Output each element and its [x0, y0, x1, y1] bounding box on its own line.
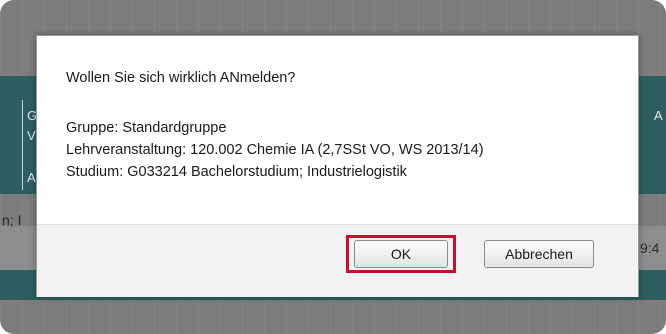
background-cell: A — [27, 170, 36, 185]
cancel-button[interactable]: Abbrechen — [484, 240, 594, 268]
dialog-study: Studium: G033214 Bachelorstudium; Indust… — [66, 164, 407, 180]
background-cell: V — [27, 128, 36, 143]
background-text: n; I — [2, 212, 22, 228]
dialog-group: Gruppe: Standardgruppe — [66, 120, 227, 136]
dialog-course: Lehrveranstaltung: 120.002 Chemie IA (2,… — [66, 142, 484, 158]
confirmation-dialog: Wollen Sie sich wirklich ANmelden? Grupp… — [36, 35, 639, 297]
ok-button[interactable]: OK — [354, 240, 448, 268]
background-text: 9:4 — [640, 240, 660, 256]
background-divider — [22, 100, 23, 190]
background-cell: A — [654, 108, 663, 123]
dialog-question: Wollen Sie sich wirklich ANmelden? — [66, 70, 296, 86]
